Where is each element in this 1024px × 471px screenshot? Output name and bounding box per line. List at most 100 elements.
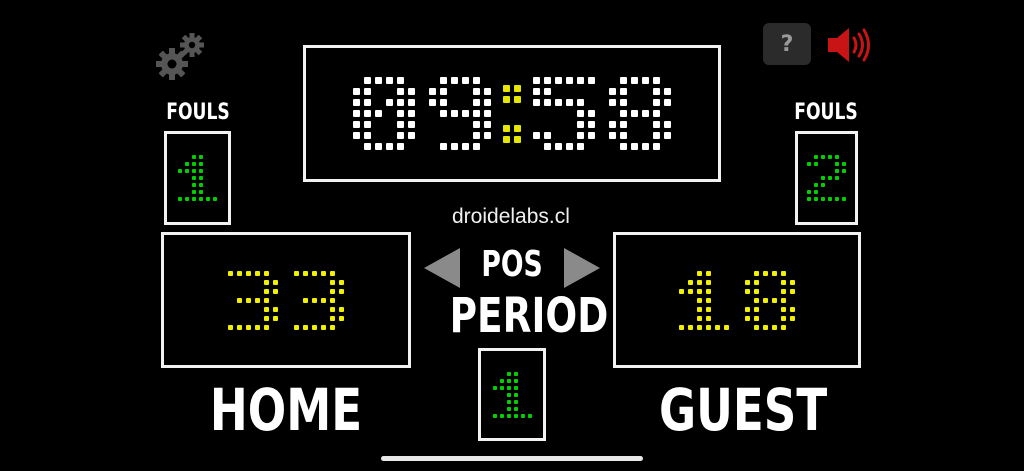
led-dot [577, 132, 584, 139]
led-dot [828, 197, 832, 201]
led-dot [763, 324, 768, 330]
led-dot [513, 399, 518, 404]
guest-fouls-label: FOULS [794, 100, 858, 125]
led-dot [835, 155, 839, 159]
led-dot [246, 297, 251, 303]
possession-guest-arrow[interactable] [564, 248, 600, 288]
period-label: PERIOD [449, 288, 609, 344]
led-dot [192, 197, 196, 201]
led-dot [828, 190, 832, 194]
led-dot [781, 279, 786, 285]
led-dot [772, 324, 777, 330]
led-dot [408, 99, 415, 106]
led-dot [763, 289, 768, 294]
led-dot [499, 378, 504, 383]
led-dot [386, 77, 393, 84]
led-dot [364, 143, 371, 150]
led-dot [321, 270, 326, 276]
possession-home-arrow[interactable] [424, 248, 460, 288]
game-clock[interactable] [303, 45, 721, 182]
speaker-on-icon[interactable] [826, 25, 872, 65]
led-dot [330, 288, 335, 294]
led-dot [664, 99, 671, 106]
led-dot [353, 143, 360, 150]
led-dot [533, 143, 540, 150]
led-dot [375, 77, 382, 84]
led-dot [493, 379, 497, 383]
led-digit-3 [294, 270, 344, 330]
led-dot [688, 279, 693, 285]
led-dot [312, 324, 317, 330]
led-dot [842, 169, 846, 173]
led-dot [821, 197, 825, 201]
led-dot [697, 324, 702, 330]
led-dot [566, 88, 573, 95]
help-button[interactable]: ? [763, 23, 811, 65]
led-dot [807, 183, 811, 187]
led-dot [706, 315, 711, 321]
led-dot [544, 110, 551, 117]
led-dot [842, 197, 846, 201]
led-dot [631, 121, 638, 128]
led-dot [763, 280, 768, 285]
led-dot [303, 289, 308, 294]
led-dot [330, 324, 335, 330]
led-dot [781, 315, 786, 321]
led-dot [588, 143, 595, 150]
led-dot [330, 315, 335, 321]
led-dot [178, 155, 182, 159]
home-score-display[interactable] [161, 232, 411, 368]
led-dot [312, 316, 317, 321]
led-dot [642, 110, 649, 117]
led-dot [330, 297, 335, 303]
led-dot [679, 324, 684, 330]
led-dot [577, 143, 584, 150]
led-dot [206, 183, 210, 187]
led-dot [781, 270, 786, 276]
home-score-value [228, 270, 344, 330]
guest-score-display[interactable] [613, 232, 861, 368]
led-dot [754, 279, 759, 285]
led-dot [192, 169, 196, 173]
led-dot [609, 110, 616, 117]
led-dot [206, 162, 210, 166]
guest-fouls-display[interactable] [795, 131, 858, 225]
led-dot [821, 169, 825, 173]
settings-gears-icon[interactable] [152, 28, 210, 86]
period-display[interactable] [478, 348, 546, 441]
led-dot [754, 297, 759, 303]
led-dot [555, 110, 562, 117]
led-dot [228, 280, 233, 285]
led-dot [577, 88, 584, 95]
led-dot [555, 132, 562, 139]
led-dot [642, 143, 649, 150]
led-dot [506, 371, 511, 376]
colon-dot [503, 124, 510, 132]
led-dot [790, 279, 795, 285]
led-dot [185, 190, 189, 194]
led-dot [321, 289, 326, 294]
led-dot [807, 162, 811, 166]
home-fouls-display[interactable] [164, 131, 231, 225]
led-dot [821, 155, 825, 159]
led-dot [706, 324, 711, 330]
led-dot [835, 197, 839, 201]
led-dot [493, 372, 497, 376]
clock-seconds [533, 77, 671, 150]
led-dot [408, 77, 415, 84]
led-dot [213, 176, 217, 180]
led-dot [451, 121, 458, 128]
led-dot [492, 385, 497, 390]
led-dot [440, 121, 447, 128]
led-digit-3 [228, 270, 278, 330]
led-dot [484, 132, 491, 139]
led-dot [544, 88, 551, 95]
led-dot [408, 88, 415, 95]
led-dot [715, 307, 720, 312]
led-dot [237, 297, 242, 303]
led-dot [520, 413, 525, 418]
led-dot [397, 110, 404, 117]
led-dot [185, 169, 189, 173]
led-dot [429, 132, 436, 139]
led-dot [835, 176, 839, 180]
